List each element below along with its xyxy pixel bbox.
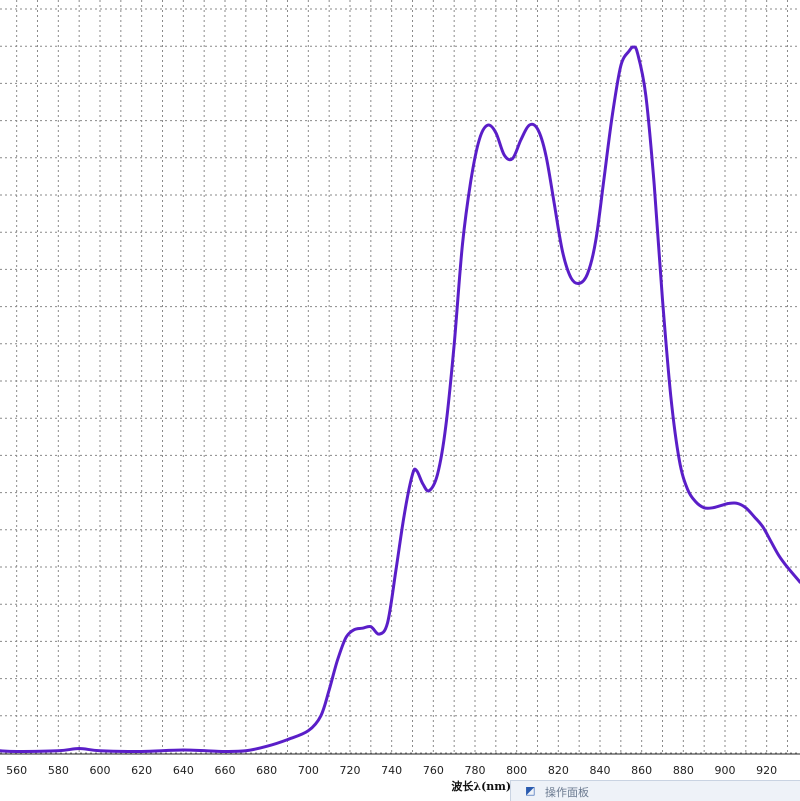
x-tick-label: 780 xyxy=(465,764,486,777)
x-tick-label: 860 xyxy=(631,764,652,777)
x-tick-label: 740 xyxy=(381,764,402,777)
taskbar-label: 操作面板 xyxy=(545,786,589,799)
x-tick-label: 680 xyxy=(256,764,277,777)
x-tick-label: 800 xyxy=(506,764,527,777)
x-tick-label: 560 xyxy=(6,764,27,777)
x-tick-label: 900 xyxy=(715,764,736,777)
x-tick-label: 720 xyxy=(340,764,361,777)
x-tick-label: 660 xyxy=(215,764,236,777)
spectrum-chart: 560 580 600 620 640 660 680 700 720 740 760 780 800 8… xyxy=(0,0,800,793)
x-tick-label: 580 xyxy=(48,764,69,777)
x-axis-label: 波长λ(nm) xyxy=(451,779,511,793)
x-tick-label: 640 xyxy=(173,764,194,777)
x-tick-label: 600 xyxy=(90,764,111,777)
x-tick-labels: 560 580 600 620 640 660 680 700 720 740 760 780 800 8… xyxy=(6,764,777,777)
x-tick-label: 820 xyxy=(548,764,569,777)
x-tick-label: 760 xyxy=(423,764,444,777)
x-tick-label: 880 xyxy=(673,764,694,777)
vertical-gridlines xyxy=(16,0,788,753)
taskbar-fragment[interactable]: ◩ 操作面板 xyxy=(510,780,800,801)
x-tick-label: 840 xyxy=(590,764,611,777)
app-icon: ◩ xyxy=(525,784,536,797)
spectrum-line xyxy=(0,45,800,754)
x-tick-label: 620 xyxy=(131,764,152,777)
horizontal-gridlines xyxy=(0,8,800,754)
x-tick-label: 700 xyxy=(298,764,319,777)
x-tick-label: 920 xyxy=(756,764,777,777)
